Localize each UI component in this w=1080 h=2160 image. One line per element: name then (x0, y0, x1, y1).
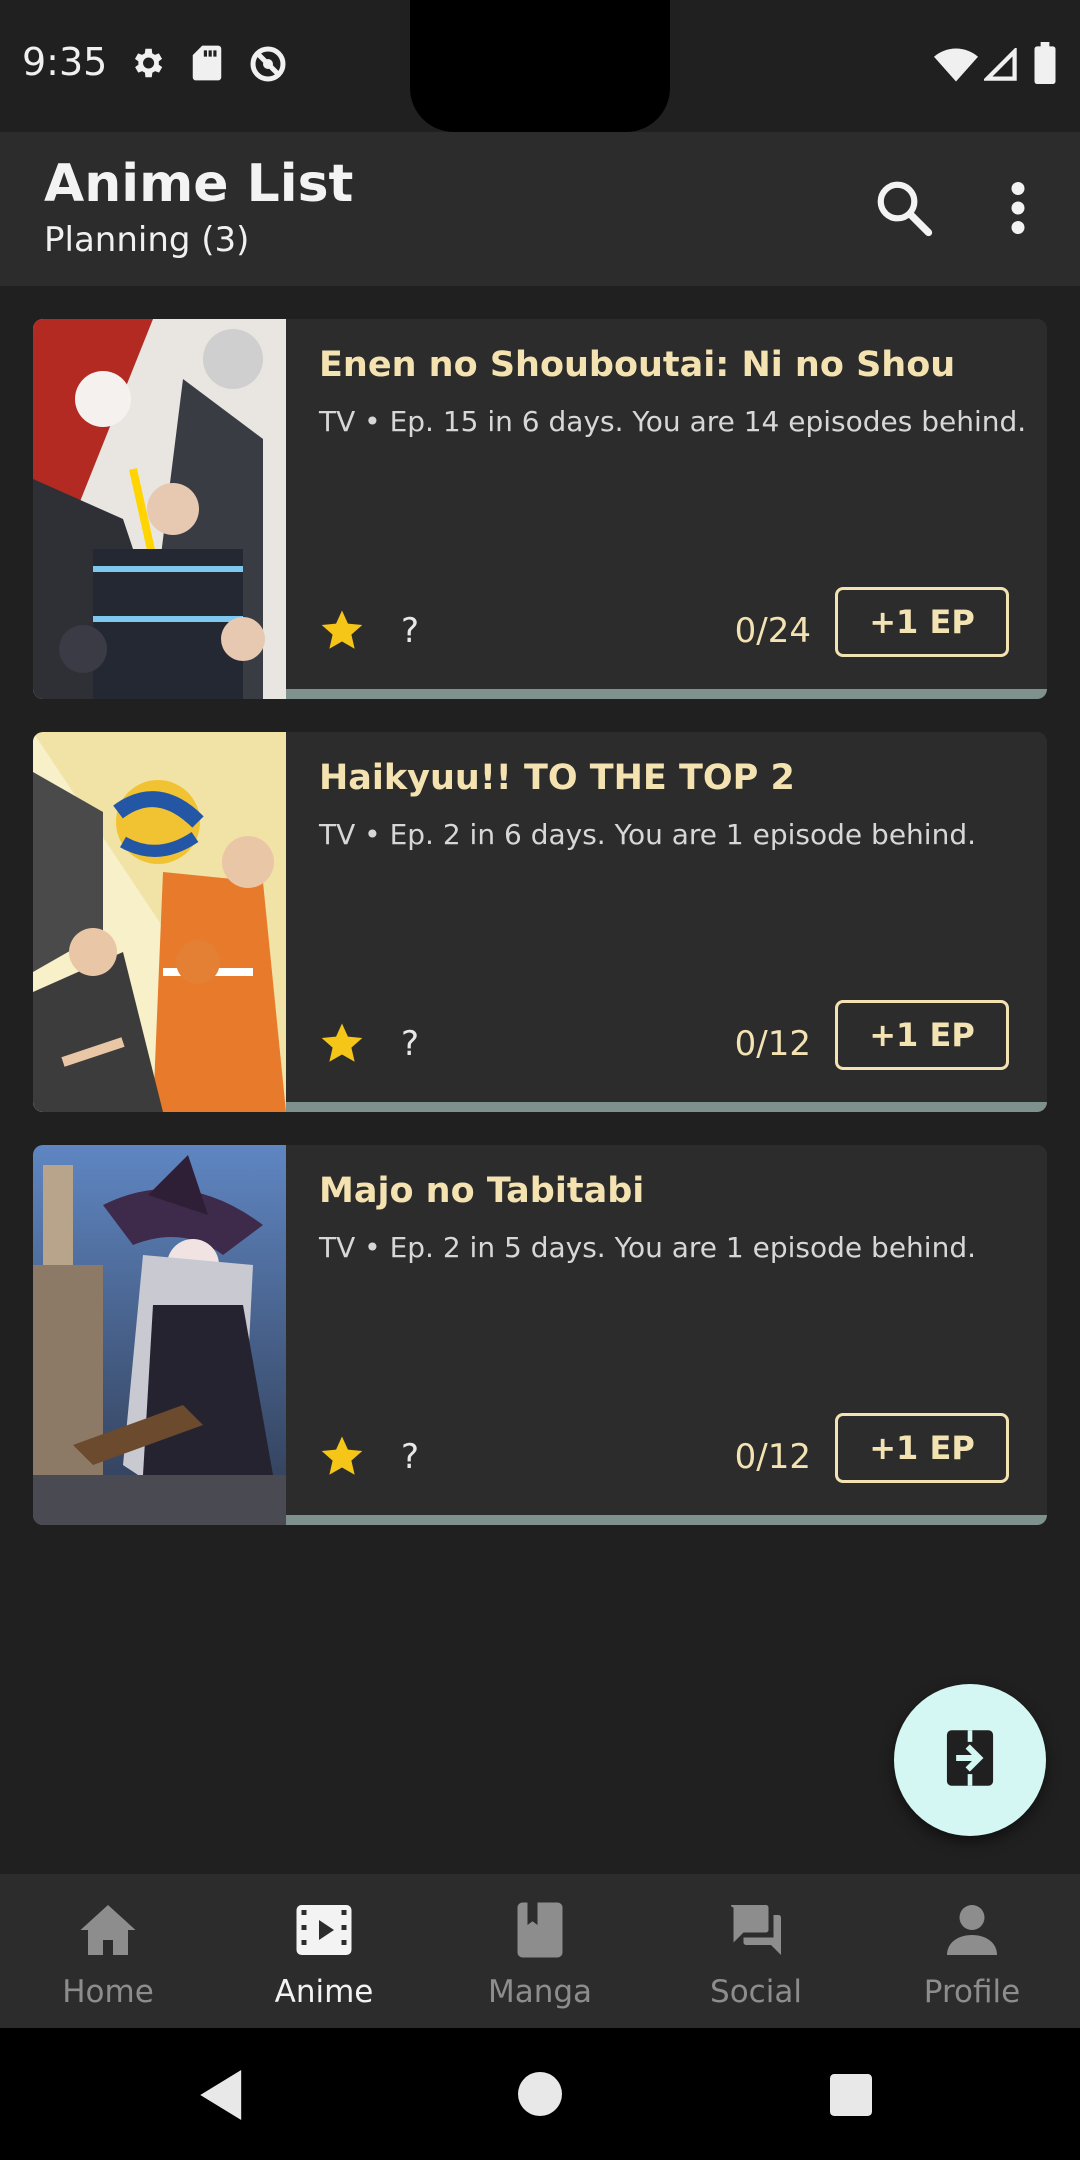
home-icon (78, 1900, 138, 1960)
more-options-button[interactable] (978, 170, 1058, 250)
anime-title: Enen no Shouboutai: Ni no Shou (319, 345, 956, 385)
nav-manga[interactable]: Manga (432, 1874, 648, 2028)
book-icon (510, 1900, 570, 1960)
star-icon (319, 607, 365, 657)
back-icon[interactable] (200, 2070, 246, 2124)
system-navigation-bar (0, 2028, 1080, 2160)
cover-image[interactable] (33, 1145, 286, 1525)
progress-bar (286, 689, 1047, 699)
switch-list-button[interactable] (894, 1684, 1046, 1836)
nav-label: Anime (274, 1974, 374, 2010)
anime-icon (294, 1900, 354, 1960)
list-status-subtitle[interactable]: Planning (3) (44, 220, 249, 260)
increment-episode-button[interactable]: +1 EP (835, 587, 1009, 657)
nav-label: Social (710, 1974, 802, 2010)
status-bar: 9:35 (0, 0, 1080, 132)
nav-label: Manga (487, 1974, 593, 2010)
nav-label: Profile (923, 1974, 1021, 2010)
person-icon (942, 1900, 1002, 1960)
progress-bar (286, 1515, 1047, 1525)
anime-list-item[interactable]: Haikyuu!! TO THE TOP 2 TV • Ep. 2 in 6 d… (33, 732, 1047, 1112)
nav-profile[interactable]: Profile (864, 1874, 1080, 2028)
airing-info: TV • Ep. 2 in 6 days. You are 1 episode … (319, 818, 976, 851)
star-icon (319, 1020, 365, 1070)
camera-notch (410, 0, 670, 132)
more-vert-icon (1008, 182, 1028, 238)
anime-title: Haikyuu!! TO THE TOP 2 (319, 758, 795, 798)
star-icon (319, 1433, 365, 1483)
episode-progress: 0/12 (734, 1024, 811, 1064)
chat-icon (726, 1900, 786, 1960)
increment-episode-button[interactable]: +1 EP (835, 1000, 1009, 1070)
airing-info: TV • Ep. 2 in 5 days. You are 1 episode … (319, 1231, 976, 1264)
cover-image[interactable] (33, 319, 286, 699)
app-bar: Anime List Planning (3) (0, 132, 1080, 286)
wifi-icon (934, 48, 978, 86)
cell-signal-icon (982, 46, 1018, 86)
airing-info: TV • Ep. 15 in 6 days. You are 14 episod… (319, 405, 1027, 438)
score-value: ? (401, 1437, 420, 1477)
sd-card-icon (190, 44, 224, 86)
progress-bar (286, 1102, 1047, 1112)
bottom-navigation: Home Anime Manga Social Profile (0, 1874, 1080, 2028)
search-icon (873, 177, 935, 243)
anime-list-item[interactable]: Enen no Shouboutai: Ni no Shou TV • Ep. … (33, 319, 1047, 699)
increment-episode-button[interactable]: +1 EP (835, 1413, 1009, 1483)
nav-home[interactable]: Home (0, 1874, 216, 2028)
do-not-disturb-icon (248, 44, 288, 88)
search-button[interactable] (864, 170, 944, 250)
home-circle-icon[interactable] (518, 2072, 562, 2120)
nav-anime[interactable]: Anime (216, 1874, 432, 2028)
score-value: ? (401, 1024, 420, 1064)
anime-title: Majo no Tabitabi (319, 1171, 645, 1211)
gear-icon (128, 44, 166, 86)
nav-social[interactable]: Social (648, 1874, 864, 2028)
switch-list-icon (942, 1728, 998, 1792)
anime-list-item[interactable]: Majo no Tabitabi TV • Ep. 2 in 5 days. Y… (33, 1145, 1047, 1525)
episode-progress: 0/12 (734, 1437, 811, 1477)
score-value: ? (401, 611, 420, 651)
status-time: 9:35 (22, 40, 108, 84)
page-title: Anime List (44, 154, 354, 214)
episode-progress: 0/24 (734, 611, 811, 651)
recents-icon[interactable] (830, 2074, 872, 2120)
nav-label: Home (62, 1974, 154, 2010)
cover-image[interactable] (33, 732, 286, 1112)
battery-icon (1034, 42, 1056, 88)
